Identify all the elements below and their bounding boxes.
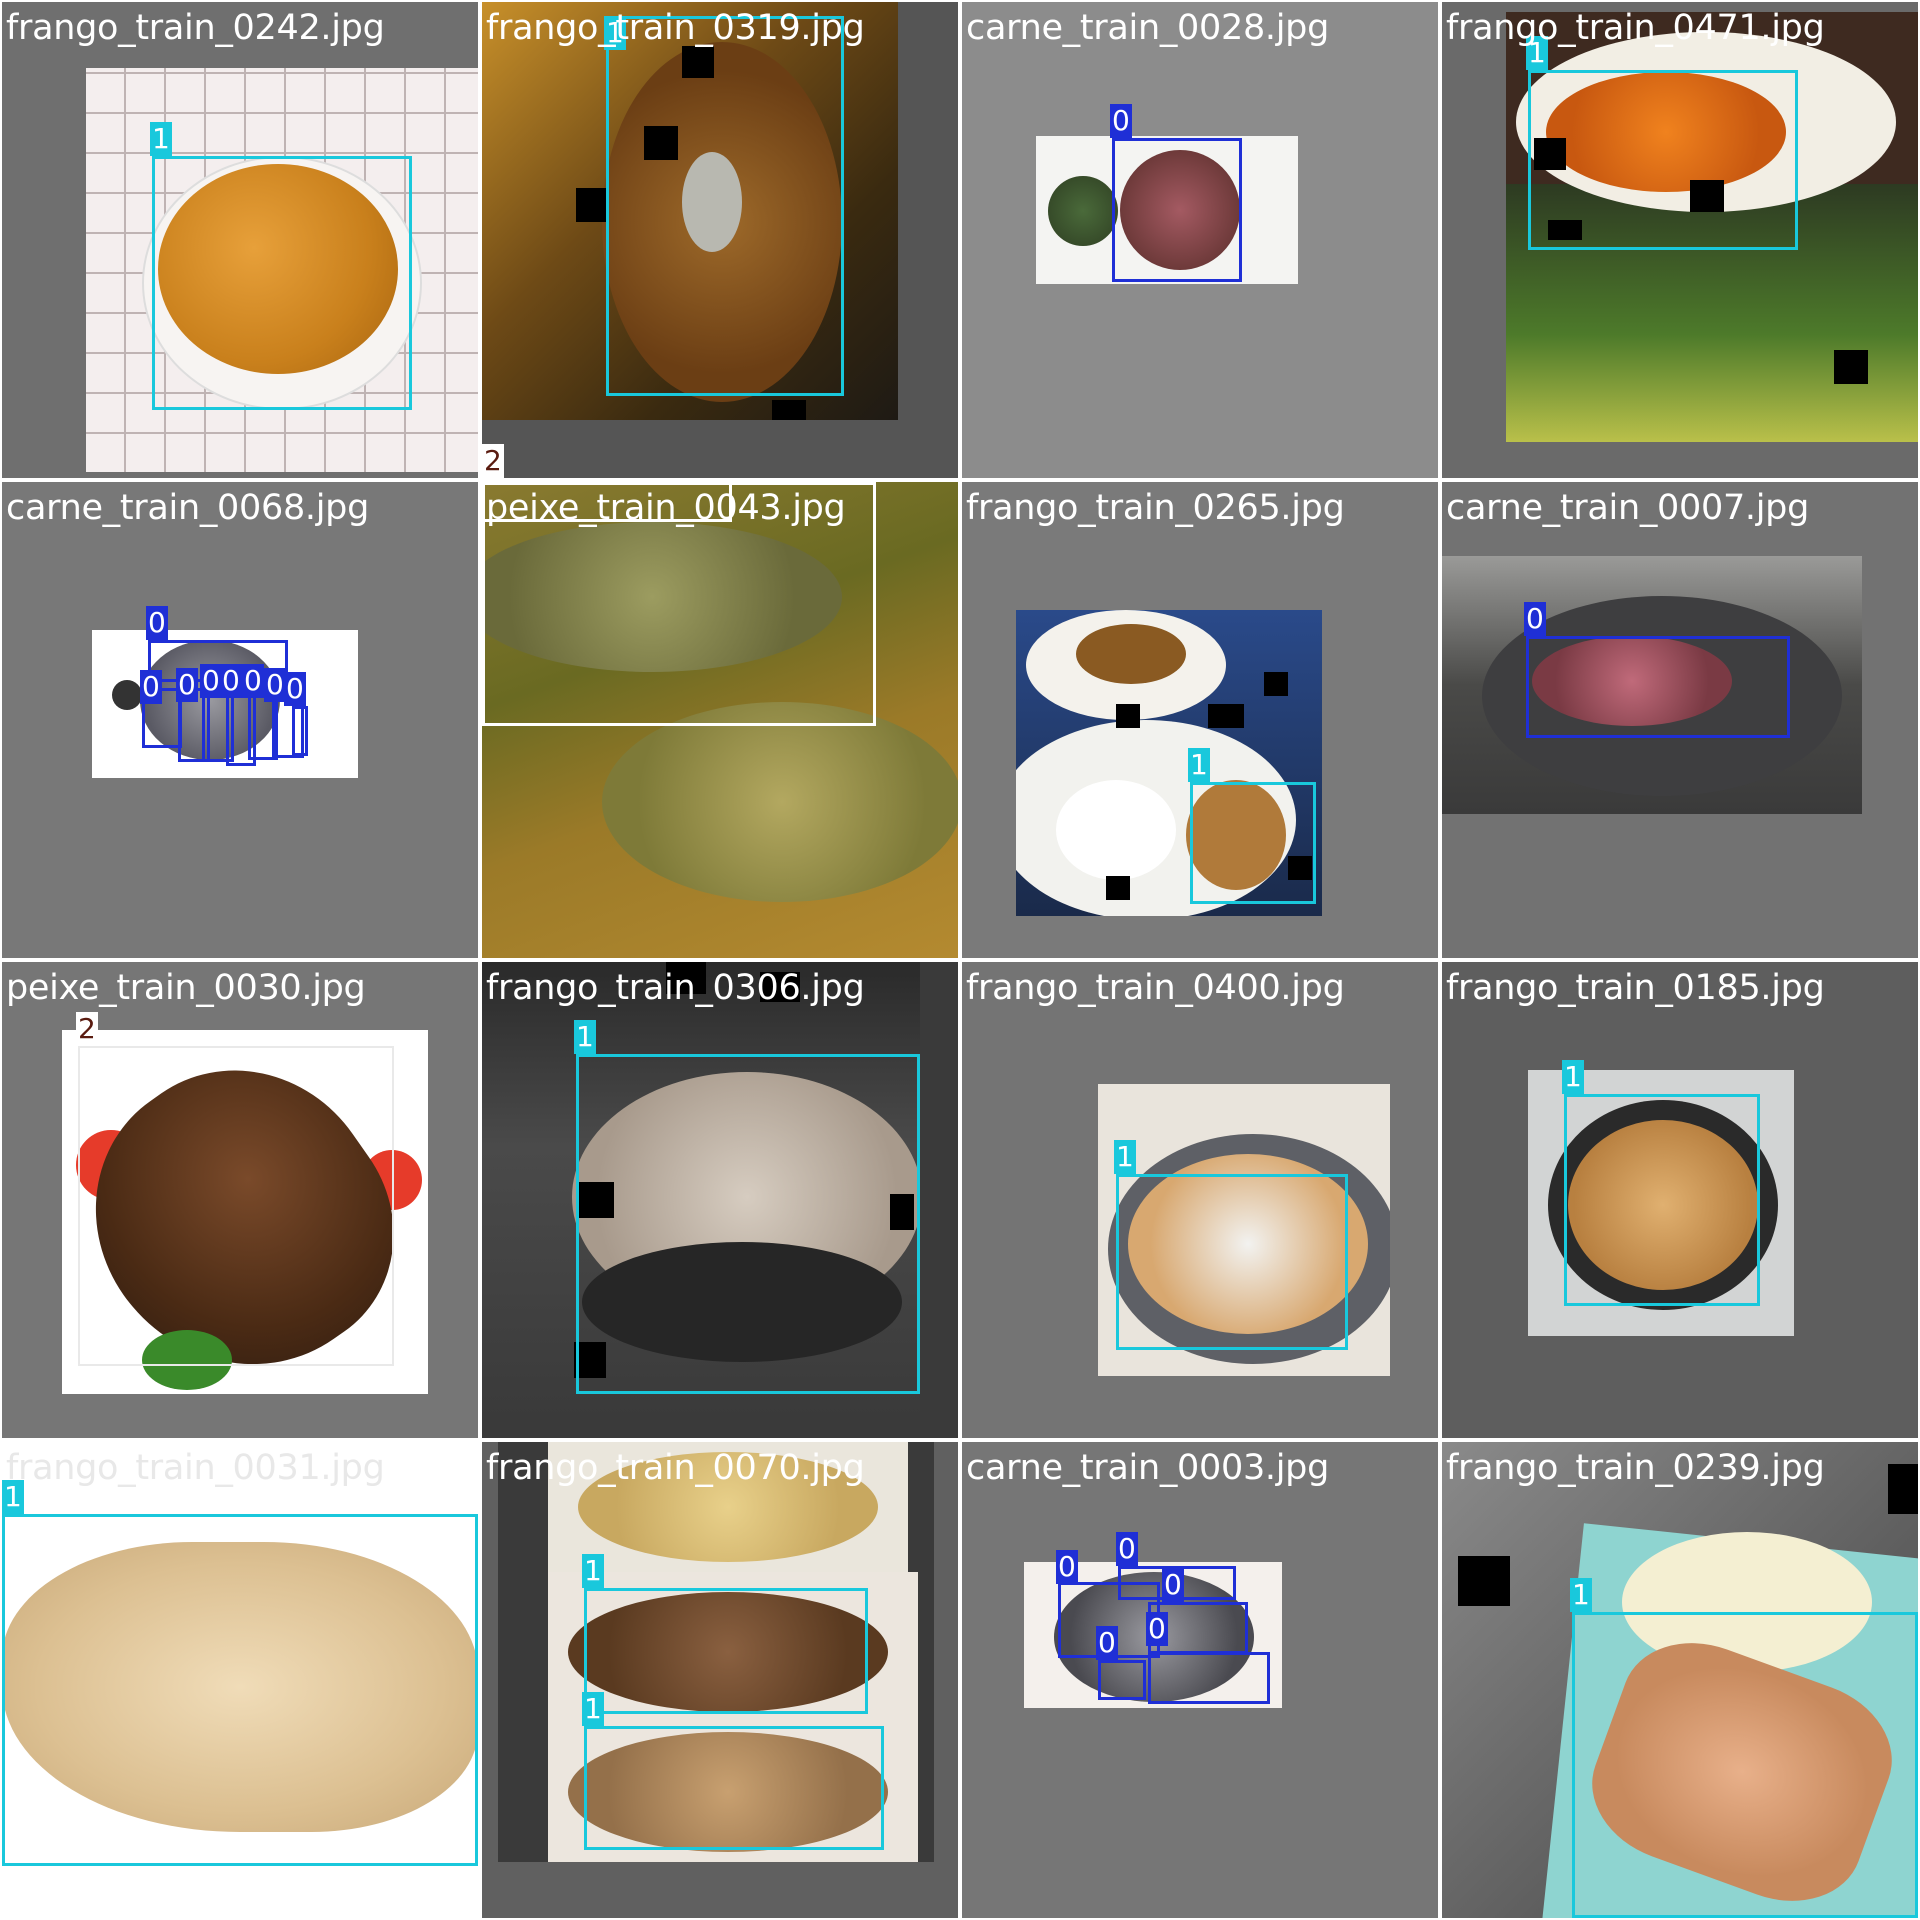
bbox-label: 1 <box>1570 1578 1592 1612</box>
image-filename: carne_train_0007.jpg <box>1446 488 1810 528</box>
bbox-label: 1 <box>1114 1140 1136 1174</box>
mosaic-tile: 1 frango_train_0031.jpg <box>2 1442 478 1918</box>
bbox-label: 0 <box>1056 1550 1078 1584</box>
mosaic-tile: 0 carne_train_0028.jpg <box>962 2 1438 478</box>
bbox-class-0 <box>292 706 308 756</box>
bbox-class-1 <box>584 1588 868 1714</box>
bbox-class-0 <box>1148 1652 1270 1704</box>
mosaic-tile: 0 carne_train_0007.jpg <box>1442 482 1918 958</box>
image-filename: frango_train_0185.jpg <box>1446 968 1825 1008</box>
bbox-label: 0 <box>242 664 264 698</box>
mosaic-tile: 1 frango_train_0242.jpg <box>2 2 478 478</box>
bbox-label: 1 <box>582 1554 604 1588</box>
occlusion-patch <box>576 188 606 222</box>
mosaic-tile: 1 frango_train_0400.jpg <box>962 962 1438 1438</box>
image-filename: carne_train_0028.jpg <box>966 8 1330 48</box>
occlusion-patch <box>1208 704 1244 728</box>
image-filename: peixe_train_0030.jpg <box>6 968 366 1008</box>
mosaic-tile: 0 0 0 0 0 carne_train_0003.jpg <box>962 1442 1438 1918</box>
image-filename: peixe_train_0043.jpg <box>486 488 846 528</box>
mosaic-tile: 0 0 0 0 0 0 0 0 carne_train_0068.jpg <box>2 482 478 958</box>
mosaic-tile: 1 frango_train_0306.jpg <box>482 962 958 1438</box>
image-filename: frango_train_0239.jpg <box>1446 1448 1825 1488</box>
occlusion-patch <box>1458 1556 1510 1606</box>
bbox-class-1 <box>606 16 844 396</box>
bbox-class-1 <box>1564 1094 1760 1306</box>
occlusion-patch <box>1888 1464 1918 1514</box>
bbox-label: 0 <box>220 664 242 698</box>
bbox-class-0 <box>1526 636 1790 738</box>
bbox-label: 1 <box>1188 748 1210 782</box>
bbox-label: 0 <box>1096 1626 1118 1660</box>
bbox-class-1 <box>584 1726 884 1850</box>
bbox-label: 2 <box>76 1012 98 1046</box>
bbox-class-1 <box>1528 70 1798 250</box>
bbox-label: 0 <box>1524 602 1546 636</box>
bbox-label: 2 <box>482 444 504 478</box>
bbox-label: 0 <box>264 668 286 702</box>
bbox-class-1 <box>576 1054 920 1394</box>
occlusion-patch <box>1116 704 1140 728</box>
bbox-label: 0 <box>140 670 162 704</box>
bbox-class-0 <box>1112 138 1242 282</box>
bbox-label: 0 <box>1110 104 1132 138</box>
occlusion-patch <box>772 400 806 420</box>
bbox-label: 0 <box>176 668 198 702</box>
mosaic-tile: 1 frango_train_0239.jpg <box>1442 1442 1918 1918</box>
bbox-label: 1 <box>150 122 172 156</box>
mosaic-tile: 1 frango_train_0265.jpg <box>962 482 1438 958</box>
image-filename: frango_train_0242.jpg <box>6 8 385 48</box>
bbox-label: 0 <box>1116 1532 1138 1566</box>
bbox-label: 1 <box>574 1020 596 1054</box>
mosaic-tile: 1 frango_train_0185.jpg <box>1442 962 1918 1438</box>
bbox-label: 0 <box>200 664 222 698</box>
mosaic-tile: 2 peixe_train_0030.jpg <box>2 962 478 1438</box>
bbox-class-1 <box>152 156 412 410</box>
image-filename: frango_train_0031.jpg <box>6 1448 385 1488</box>
bbox-class-2 <box>78 1046 394 1366</box>
image-filename: carne_train_0003.jpg <box>966 1448 1330 1488</box>
image-filename: frango_train_0070.jpg <box>486 1448 865 1488</box>
bbox-class-0 <box>1098 1660 1146 1700</box>
bbox-label: 0 <box>1146 1612 1168 1646</box>
bbox-label: 0 <box>146 606 168 640</box>
mosaic-tile: 1 frango_train_0471.jpg <box>1442 2 1918 478</box>
bbox-label: 1 <box>1562 1060 1584 1094</box>
bbox-label: 1 <box>582 1692 604 1726</box>
bbox-label: 0 <box>1162 1568 1184 1602</box>
mosaic-tile: 1 1 frango_train_0070.jpg <box>482 1442 958 1918</box>
mosaic-tile: peixe_train_0043.jpg <box>482 482 958 958</box>
mosaic-tile: 1 2 frango_train_0319.jpg <box>482 2 958 478</box>
bbox-class-1 <box>1190 782 1316 904</box>
image-filename: frango_train_0319.jpg <box>486 8 865 48</box>
occlusion-patch <box>1834 350 1868 384</box>
image-filename: frango_train_0265.jpg <box>966 488 1345 528</box>
bbox-class-1 <box>1572 1612 1918 1918</box>
bbox-class-1 <box>1116 1174 1348 1350</box>
image-filename: carne_train_0068.jpg <box>6 488 370 528</box>
image-filename: frango_train_0471.jpg <box>1446 8 1825 48</box>
occlusion-patch <box>1106 876 1130 900</box>
occlusion-patch <box>1264 672 1288 696</box>
image-filename: frango_train_0400.jpg <box>966 968 1345 1008</box>
image-filename: frango_train_0306.jpg <box>486 968 865 1008</box>
bbox-label: 0 <box>284 672 306 706</box>
bbox-class-1 <box>2 1514 478 1866</box>
